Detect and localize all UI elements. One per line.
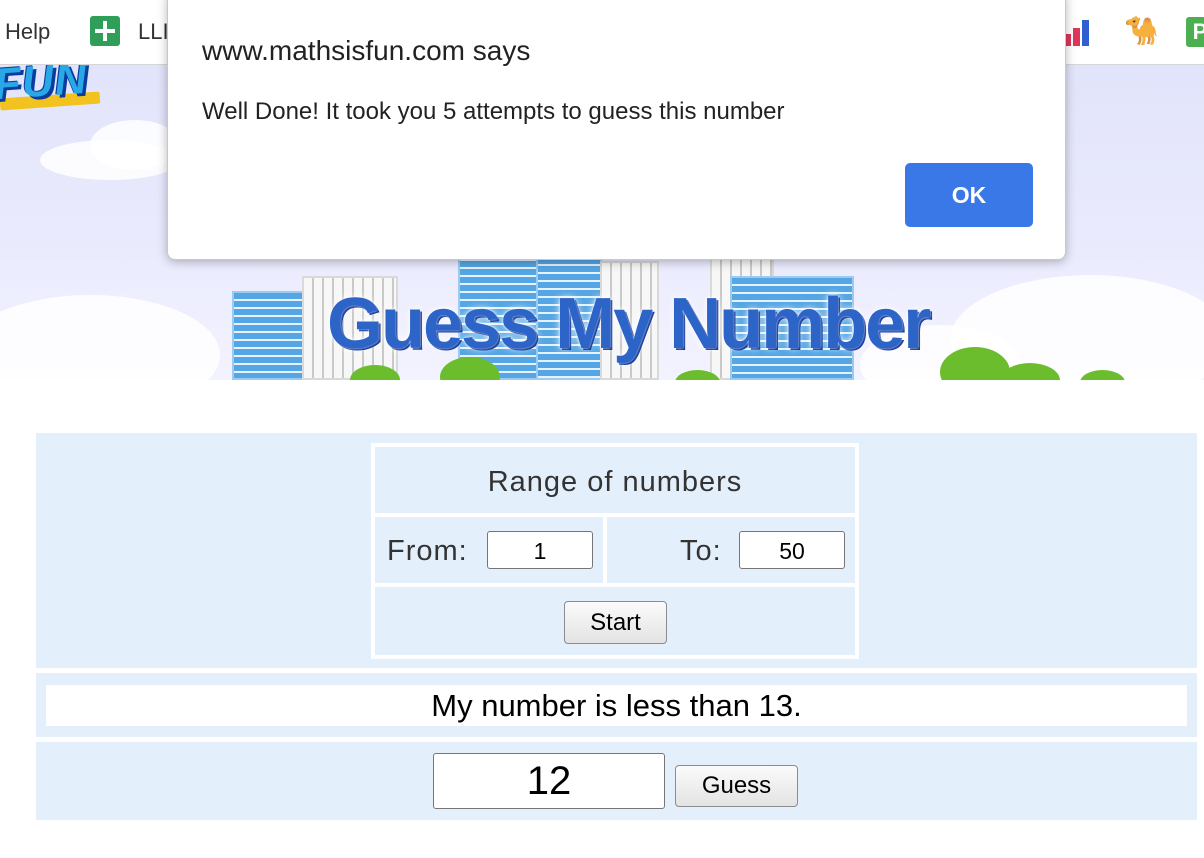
from-label: From: xyxy=(387,535,468,567)
start-button[interactable]: Start xyxy=(564,601,667,644)
guess-panel: 12 Guess xyxy=(36,742,1197,820)
range-table: Range of numbers From: 1 To: 50 Start xyxy=(371,443,859,659)
bookmark-p-icon[interactable]: P xyxy=(1186,17,1204,47)
alert-dialog: www.mathsisfun.com says Well Done! It to… xyxy=(167,0,1066,260)
site-logo[interactable]: FUN xyxy=(0,65,89,110)
dialog-message: Well Done! It took you 5 attempts to gue… xyxy=(202,98,785,125)
camel-icon[interactable]: 🐪 xyxy=(1124,14,1159,47)
cloud xyxy=(0,295,220,380)
start-cell: Start xyxy=(375,587,855,655)
message-panel: My number is less than 13. xyxy=(36,673,1197,737)
range-title-cell: Range of numbers xyxy=(375,447,855,513)
bar-chart-icon[interactable] xyxy=(1062,18,1092,48)
ok-button[interactable]: OK xyxy=(905,163,1033,227)
to-label: To: xyxy=(680,535,722,567)
from-input[interactable]: 1 xyxy=(487,531,593,569)
guess-input[interactable]: 12 xyxy=(433,753,665,809)
status-message: My number is less than 13. xyxy=(46,685,1187,726)
google-sheets-icon[interactable] xyxy=(90,16,120,46)
to-input[interactable]: 50 xyxy=(739,531,845,569)
dialog-title: www.mathsisfun.com says xyxy=(202,35,531,66)
building xyxy=(232,291,306,380)
bookmark-lli[interactable]: LLI xyxy=(138,19,169,45)
to-cell: To: 50 xyxy=(607,517,855,583)
page-title: Guess My Number xyxy=(327,284,931,364)
bookmark-help[interactable]: Help xyxy=(5,19,50,45)
guess-button[interactable]: Guess xyxy=(675,765,798,807)
range-title: Range of numbers xyxy=(487,466,743,498)
from-cell: From: 1 xyxy=(375,517,603,583)
